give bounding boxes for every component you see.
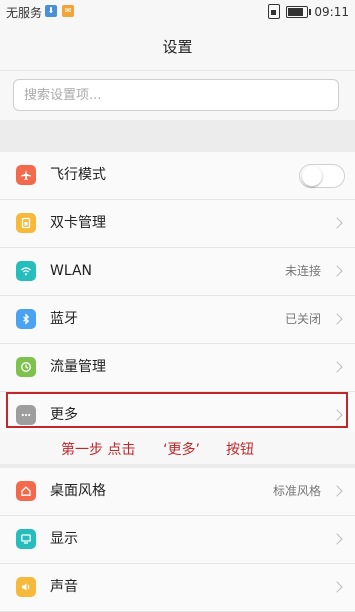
settings-row-label: 桌面风格: [50, 483, 106, 499]
chevron-right-icon: [331, 265, 343, 277]
annotation-step: 第一步 点击: [61, 442, 136, 458]
settings-row-value: 标准风格: [272, 484, 321, 498]
settings-row-label: 声音: [50, 579, 78, 595]
settings-row-label: WLAN: [50, 263, 93, 279]
search-input[interactable]: 搜索设置项...: [13, 79, 339, 111]
settings-row-label: 流量管理: [50, 359, 106, 375]
settings-row-data-usage[interactable]: 流量管理: [0, 344, 355, 392]
toggle-knob: [302, 166, 322, 186]
settings-row-label: 双卡管理: [50, 215, 106, 231]
annotation-action: 按钮: [226, 442, 254, 458]
settings-group-connectivity: 飞行模式 双卡管理 WLAN 未连接 蓝牙 已关闭 流量管理 更多: [0, 152, 355, 440]
settings-row-sim-card[interactable]: 双卡管理: [0, 200, 355, 248]
home-icon: [16, 481, 36, 501]
settings-row-value: 已关闭: [284, 312, 321, 326]
settings-row-sound[interactable]: 声音: [0, 564, 355, 612]
sim-status-icon: [268, 4, 281, 19]
settings-row-display[interactable]: 显示: [0, 516, 355, 564]
chevron-right-icon: [331, 485, 343, 497]
chevron-right-icon: [331, 409, 343, 421]
settings-row-home[interactable]: 桌面风格 标准风格: [0, 468, 355, 516]
chevron-right-icon: [331, 533, 343, 545]
section-divider: [0, 120, 355, 152]
carrier-label: 无服务: [6, 6, 43, 20]
chevron-right-icon: [331, 313, 343, 325]
clock: 09:11: [314, 4, 349, 19]
instruction-annotation: 第一步 点击 ‘更多’ 按钮: [0, 432, 355, 464]
notification-badge-icon: ⬇: [45, 5, 57, 17]
settings-row-bluetooth[interactable]: 蓝牙 已关闭: [0, 296, 355, 344]
settings-row-value: 未连接: [284, 264, 321, 278]
chevron-right-icon: [331, 361, 343, 373]
settings-row-label: 显示: [50, 531, 78, 547]
sim-card-icon: [16, 213, 36, 233]
wifi-icon: [16, 261, 36, 281]
settings-row-wifi[interactable]: WLAN 未连接: [0, 248, 355, 296]
battery-fill: [288, 7, 304, 16]
bluetooth-icon: [16, 309, 36, 329]
status-bar: 无服务 ⬇ ✉ 09:11: [0, 0, 355, 24]
data-usage-icon: [16, 357, 36, 377]
airplane-icon: [16, 165, 36, 185]
settings-row-label: 飞行模式: [50, 167, 106, 183]
search-area: 搜索设置项...: [0, 70, 355, 121]
display-icon: [16, 529, 36, 549]
page-title: 设置: [0, 24, 355, 70]
settings-row-label: 蓝牙: [50, 311, 78, 327]
chevron-right-icon: [331, 581, 343, 593]
annotation-target: ‘更多’: [163, 442, 200, 458]
settings-row-airplane[interactable]: 飞行模式: [0, 152, 355, 200]
more-icon: [16, 405, 36, 425]
battery-icon: [286, 5, 312, 18]
airplane-mode-toggle[interactable]: [299, 164, 345, 188]
chevron-right-icon: [331, 217, 343, 229]
sound-icon: [16, 577, 36, 597]
message-badge-icon: ✉: [62, 5, 74, 17]
settings-group-display: 桌面风格 标准风格显示声音: [0, 468, 355, 612]
